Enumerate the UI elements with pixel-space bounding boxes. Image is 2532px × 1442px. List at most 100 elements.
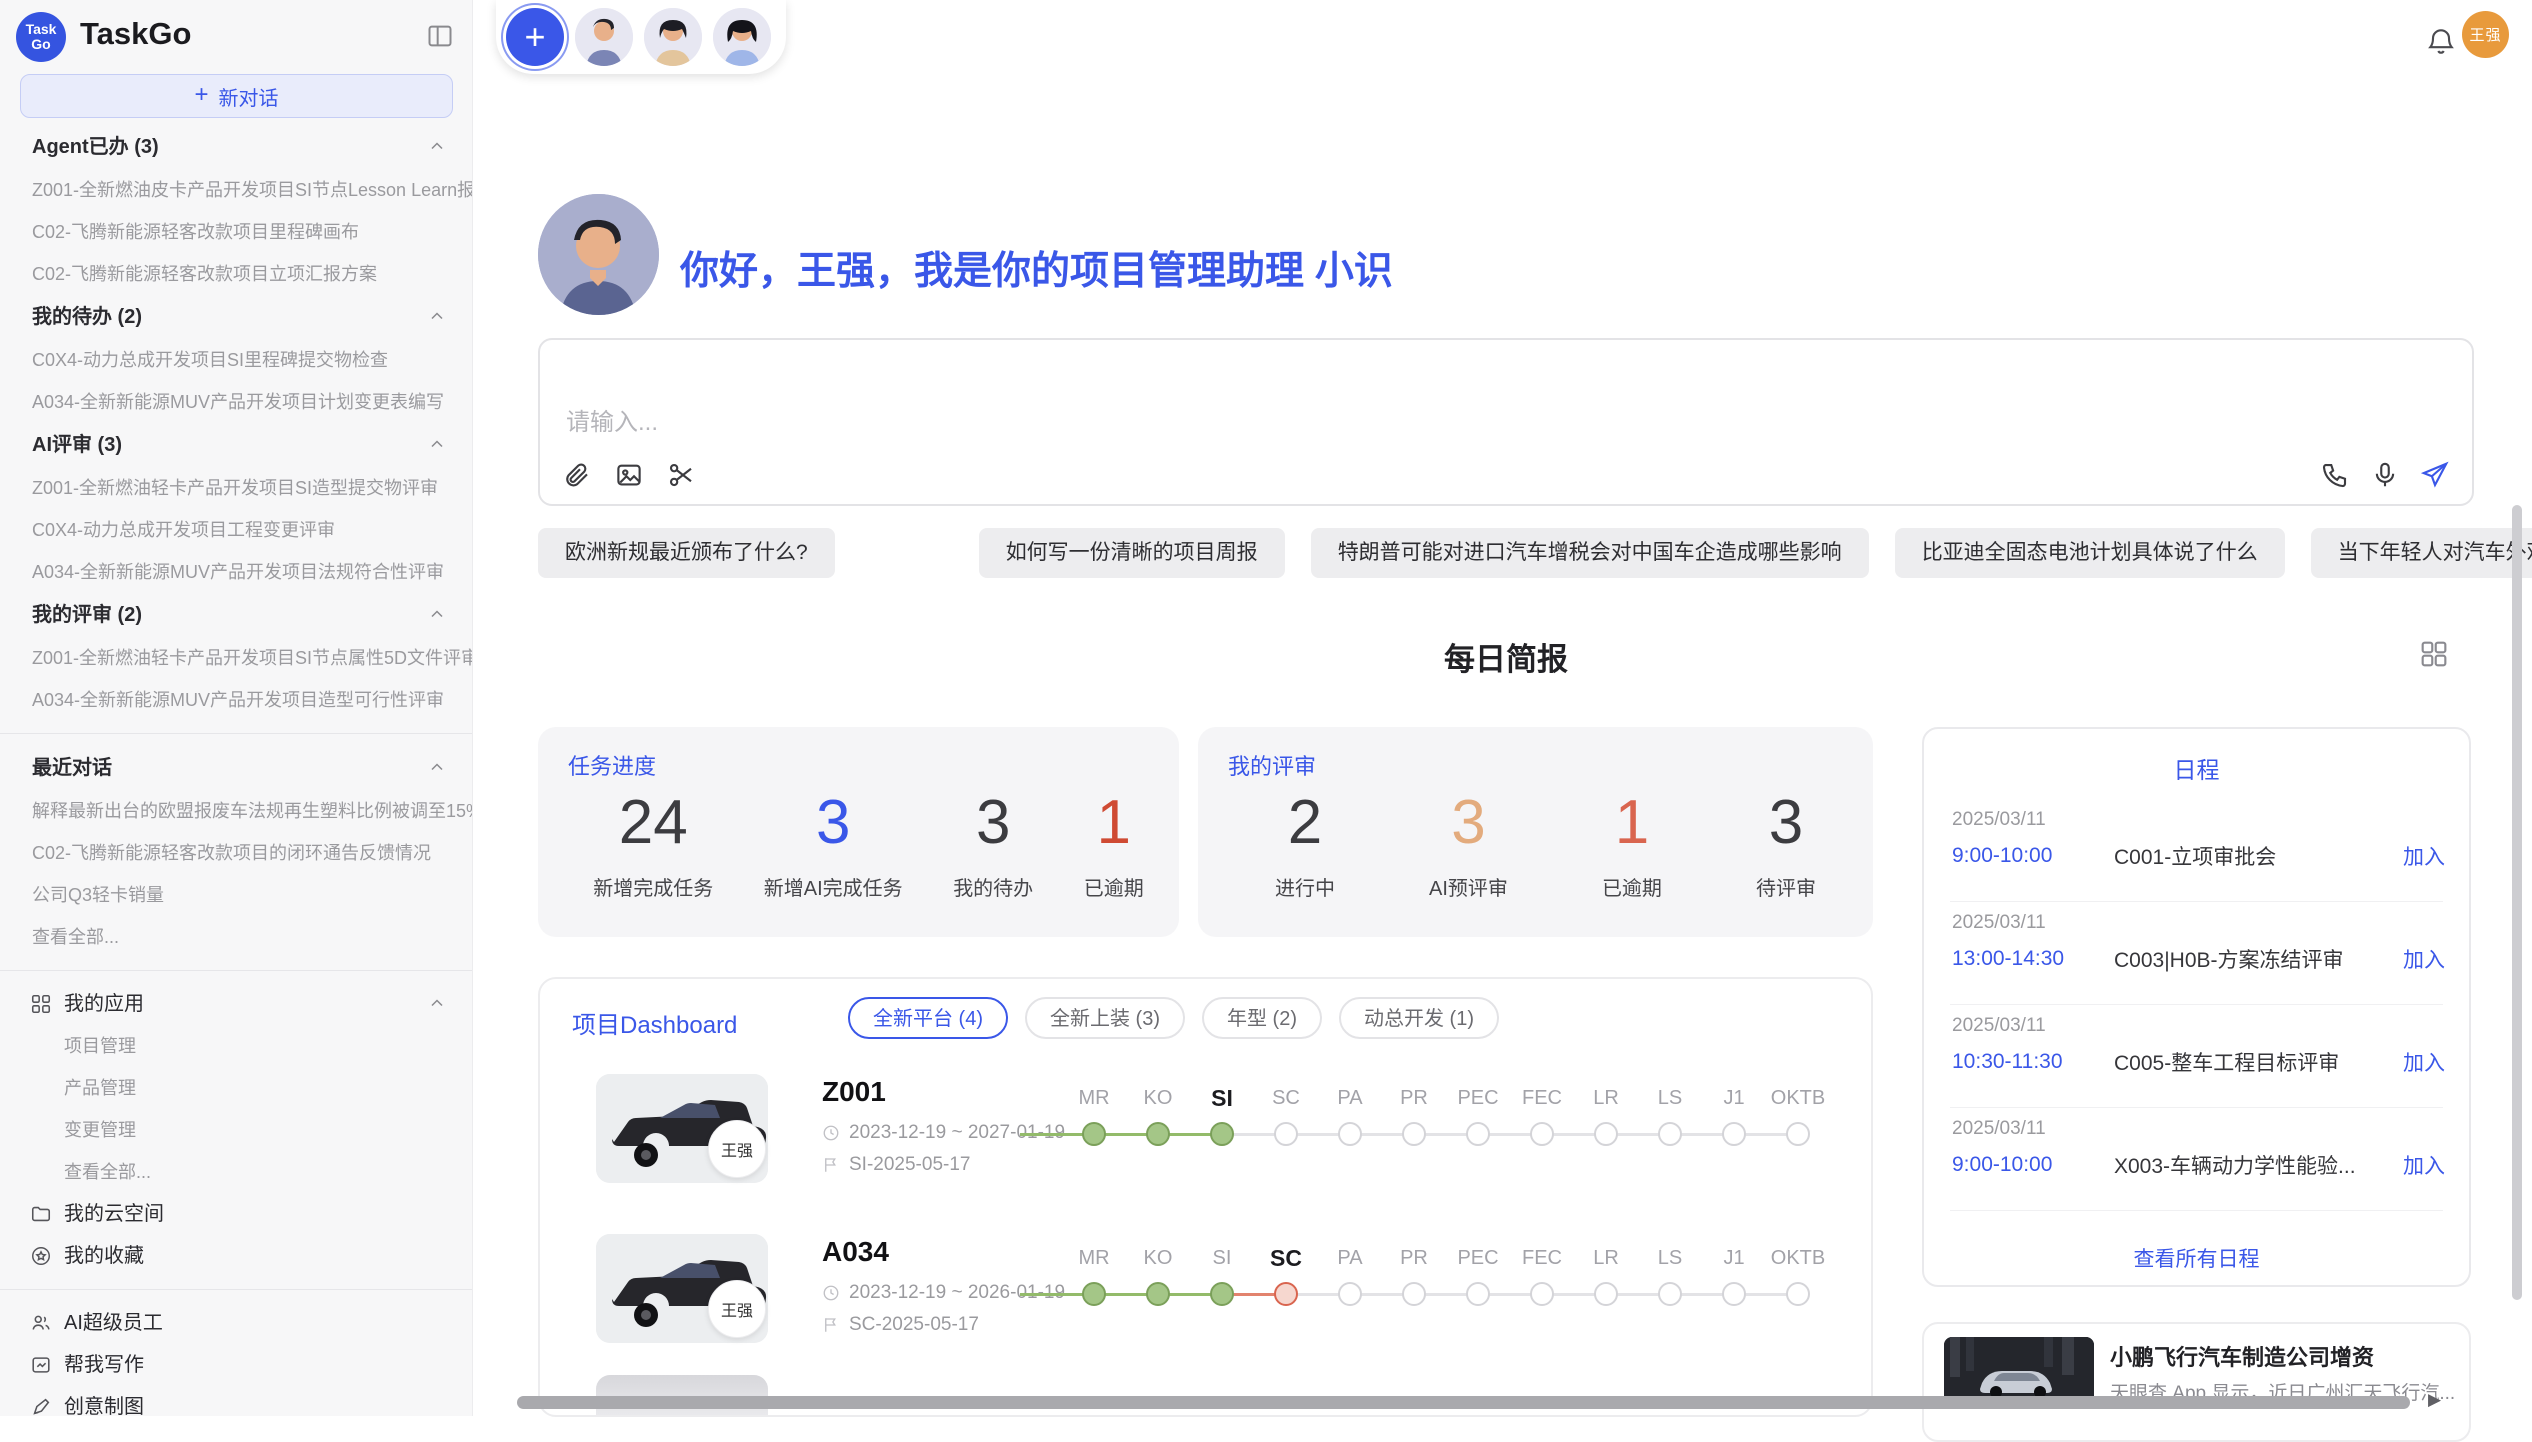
vertical-scrollbar[interactable] [2512,505,2522,1300]
stat-label: 已逾期 [1602,872,1662,901]
section-my-todo[interactable]: 我的待办 (2) [0,295,473,339]
list-item[interactable]: A034-全新新能源MUV产品开发项目造型可行性评审 [0,679,473,721]
image-icon[interactable] [614,460,644,490]
event-time: 13:00-14:30 [1952,947,2114,971]
list-item[interactable]: 解释最新出台的欧盟报废车法规再生塑料比例被调至15%... [0,790,473,832]
divider [1950,1004,2443,1005]
stat-value: 1 [1084,787,1144,858]
app-title: TaskGo [80,16,191,52]
logo-text-bottom: Go [31,37,50,52]
suggestion-chip[interactable]: 如何写一份清晰的项目周报 [979,528,1285,578]
horizontal-scrollbar[interactable] [517,1396,2410,1409]
stat-my-todo: 3 我的待办 [953,787,1033,901]
send-icon[interactable] [2420,460,2450,490]
tab-powertrain[interactable]: 动总开发 (1) [1339,997,1499,1039]
suggestion-chip[interactable]: 比亚迪全固态电池计划具体说了什么 [1895,528,2285,578]
agent-avatar-3[interactable] [713,8,771,66]
paperclip-icon[interactable] [562,460,592,490]
card-title: 任务进度 [568,749,1169,781]
add-agent-button[interactable]: + [506,8,564,66]
news-title: 小鹏飞行汽车制造公司增资 [2110,1340,2374,1372]
sidebar-item-change-mgmt[interactable]: 变更管理 [0,1109,473,1151]
section-ai-review[interactable]: AI评审 (3) [0,423,473,467]
tab-new-body[interactable]: 全新上装 (3) [1025,997,1185,1039]
milestone-ls: LS [1638,1244,1702,1306]
chevron-up-icon [427,306,447,326]
sidebar-item-creative-drawing[interactable]: 创意制图 [0,1386,473,1416]
scissors-icon[interactable] [666,460,696,490]
project-row-a034[interactable]: 王强 A034 2023-12-19 ~ 2026-01-19 SC-2025-… [540,1234,1871,1394]
sidebar-item-help-write[interactable]: 帮我写作 [0,1344,473,1386]
stat-label: 待评审 [1756,872,1816,901]
chat-input[interactable]: 请输入... [538,338,2474,506]
view-all-link[interactable]: 查看全部... [0,916,473,958]
list-item[interactable]: A034-全新新能源MUV产品开发项目法规符合性评审 [0,551,473,593]
sidebar: Task Go TaskGo + 新对话 Agent已办 (3) Z001-全新… [0,0,473,1416]
section-my-review[interactable]: 我的评审 (2) [0,593,473,637]
sidebar-sections: Agent已办 (3) Z001-全新燃油皮卡产品开发项目SI节点Lesson … [0,125,473,1416]
microphone-icon[interactable] [2370,460,2400,490]
people-icon [30,1312,52,1334]
list-item[interactable]: Z001-全新燃油轻卡产品开发项目SI节点属性5D文件评审 [0,637,473,679]
phone-icon[interactable] [2320,460,2350,490]
join-link[interactable]: 加入 [2403,1150,2445,1180]
suggestion-chips: 欧洲新规最近颁布了什么? 如何写一份清晰的项目周报 特朗普可能对进口汽车增税会对… [538,528,2532,578]
stat-in-progress: 2 进行中 [1275,787,1335,901]
view-all-link[interactable]: 查看全部... [0,1151,473,1193]
tab-all-new-platform[interactable]: 全新平台 (4) [848,997,1008,1039]
milestone-ko: KO [1126,1244,1190,1306]
list-item[interactable]: C0X4-动力总成开发项目SI里程碑提交物检查 [0,339,473,381]
suggestion-chip[interactable]: 欧洲新规最近颁布了什么? [538,528,835,578]
user-avatar[interactable]: 王强 [2462,11,2509,58]
layout-grid-icon[interactable] [2418,638,2450,670]
project-row-z001[interactable]: 王强 Z001 2023-12-19 ~ 2027-01-19 SI-2025-… [540,1074,1871,1234]
agent-avatar-2[interactable] [644,8,702,66]
milestone-j1: J1 [1702,1084,1766,1146]
join-link[interactable]: 加入 [2403,1047,2445,1077]
stat-label: AI预评审 [1429,872,1508,901]
section-agent-done[interactable]: Agent已办 (3) [0,125,473,169]
sidebar-item-favorites[interactable]: 我的收藏 [0,1235,473,1277]
milestone-mr: MR [1062,1244,1126,1306]
join-link[interactable]: 加入 [2403,944,2445,974]
list-item[interactable]: C0X4-动力总成开发项目工程变更评审 [0,509,473,551]
chevron-up-icon [427,136,447,156]
stat-label: 已逾期 [1084,872,1144,901]
news-card[interactable]: 小鹏飞行汽车制造公司增资 天眼查 App 显示，近日广州汇天飞行汽... [1922,1322,2471,1442]
sidebar-item-project-mgmt[interactable]: 项目管理 [0,1025,473,1067]
milestone-ko: KO [1126,1084,1190,1146]
stat-value: 24 [593,787,713,858]
sidebar-item-cloud-space[interactable]: 我的云空间 [0,1193,473,1235]
sidebar-item-my-apps[interactable]: 我的应用 [0,983,473,1025]
list-item[interactable]: 公司Q3轻卡销量 [0,874,473,916]
tab-year-model[interactable]: 年型 (2) [1202,997,1322,1039]
stat-value: 3 [953,787,1033,858]
sidebar-item-label: 我的应用 [64,993,144,1015]
suggestion-chip[interactable]: 特朗普可能对进口汽车增税会对中国车企造成哪些影响 [1311,528,1869,578]
sidebar-item-ai-super-staff[interactable]: AI超级员工 [0,1302,473,1344]
event-name: C003|H0B-方案冻结评审 [2114,944,2403,974]
join-link[interactable]: 加入 [2403,841,2445,871]
list-item[interactable]: C02-飞腾新能源轻客改款项目的闭环通告反馈情况 [0,832,473,874]
milestone-pa: PA [1318,1084,1382,1146]
section-recent-chats[interactable]: 最近对话 [0,746,473,790]
notification-bell-icon[interactable] [2425,24,2457,58]
stat-ai-done: 3 新增AI完成任务 [764,787,903,901]
suggestion-chip[interactable]: 当下年轻人对汽车外观有怎样的喜好趋势 [2311,528,2532,578]
new-chat-button[interactable]: + 新对话 [20,74,453,118]
list-item[interactable]: C02-飞腾新能源轻客改款项目立项汇报方案 [0,253,473,295]
event-date: 2025/03/11 [1952,912,2445,934]
milestone-track: MR KO SI SC PA PR PEC FEC LR LS J1 OKTB [1062,1084,1830,1146]
list-item[interactable]: A034-全新新能源MUV产品开发项目计划变更表编写 [0,381,473,423]
clock-icon [822,1124,840,1142]
sidebar-collapse-icon[interactable] [426,22,454,50]
agent-avatar-1[interactable] [575,8,633,66]
event-time: 10:30-11:30 [1952,1050,2114,1074]
view-all-schedule-link[interactable]: 查看所有日程 [1924,1243,2469,1273]
list-item[interactable]: Z001-全新燃油轻卡产品开发项目SI造型提交物评审 [0,467,473,509]
event-date: 2025/03/11 [1952,1118,2445,1140]
list-item[interactable]: Z001-全新燃油皮卡产品开发项目SI节点Lesson Learn报告 [0,169,473,211]
list-item[interactable]: C02-飞腾新能源轻客改款项目里程碑画布 [0,211,473,253]
sidebar-item-product-mgmt[interactable]: 产品管理 [0,1067,473,1109]
scroll-right-arrow-icon[interactable]: ▶ [2428,1390,2441,1410]
